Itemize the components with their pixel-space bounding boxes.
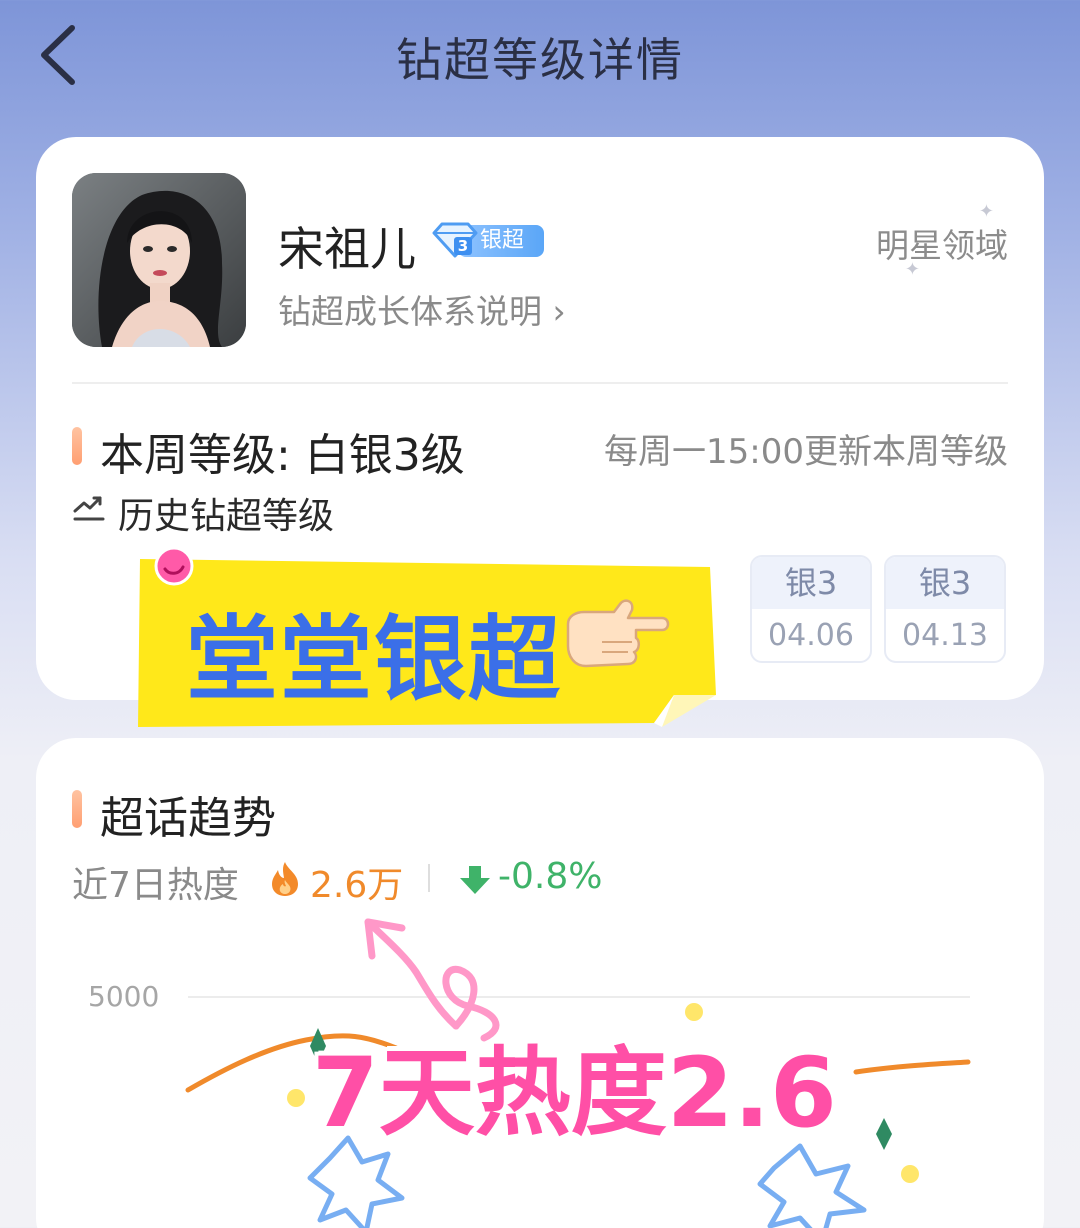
history-date: 04.06 bbox=[768, 618, 854, 653]
user-name: 宋祖儿 bbox=[278, 222, 416, 276]
badge-level: 3 bbox=[458, 237, 468, 255]
sparkle-icon: ✦ bbox=[904, 259, 920, 280]
history-date: 04.13 bbox=[902, 618, 988, 653]
week-level-title: 本周等级: 白银3级 bbox=[100, 430, 465, 481]
deco-burst bbox=[757, 1143, 867, 1228]
pointing-hand-icon bbox=[566, 599, 670, 668]
level-badge: 银超 3 bbox=[428, 221, 546, 259]
growth-system-link[interactable]: 钻超成长体系说明 › bbox=[278, 285, 566, 333]
change-value: -0.8% bbox=[498, 856, 603, 897]
history-level: 银3 bbox=[886, 557, 1004, 609]
trend-line bbox=[853, 1059, 971, 1075]
page-title: 钻超等级详情 bbox=[396, 33, 684, 87]
fire-icon bbox=[272, 862, 298, 896]
pushpin-icon bbox=[154, 546, 194, 586]
heat-label: 近7日热度 bbox=[72, 865, 239, 906]
heat-value: 2.6万 bbox=[310, 865, 404, 906]
nav-bar: 钻超等级详情 bbox=[0, 0, 1080, 110]
sticker-arrow bbox=[364, 918, 460, 1030]
trend-card: 超话趋势 近7日热度 2.6万 -0.8% 5000 bbox=[36, 738, 1044, 1228]
avatar-image bbox=[72, 173, 246, 347]
section-accent-bar bbox=[72, 427, 82, 465]
sticker-text: 堂堂银超 bbox=[186, 606, 563, 713]
sparkle-icon: ✦ bbox=[978, 201, 994, 222]
section-accent-bar bbox=[72, 790, 82, 828]
deco-dot bbox=[287, 1089, 305, 1107]
heat-sticker-text: 7天热度2.6 bbox=[312, 1037, 837, 1149]
domain-label: 明星领域 bbox=[876, 226, 1008, 265]
diamond-icon: 3 bbox=[432, 222, 478, 258]
arrow-down-icon bbox=[460, 866, 490, 894]
trend-title: 超话趋势 bbox=[100, 793, 276, 844]
divider bbox=[428, 864, 430, 892]
deco-star bbox=[876, 1118, 892, 1150]
history-level: 银3 bbox=[752, 557, 870, 609]
history-label: 历史钻超等级 bbox=[118, 496, 335, 537]
trend-chart-icon bbox=[73, 496, 105, 521]
update-note: 每周一15:00更新本周等级 bbox=[604, 432, 1008, 472]
divider bbox=[72, 382, 1008, 384]
history-level-item: 银3 04.13 bbox=[884, 555, 1006, 663]
avatar[interactable] bbox=[72, 173, 246, 347]
deco-dot bbox=[901, 1165, 919, 1183]
history-level-item: 银3 04.06 bbox=[750, 555, 872, 663]
